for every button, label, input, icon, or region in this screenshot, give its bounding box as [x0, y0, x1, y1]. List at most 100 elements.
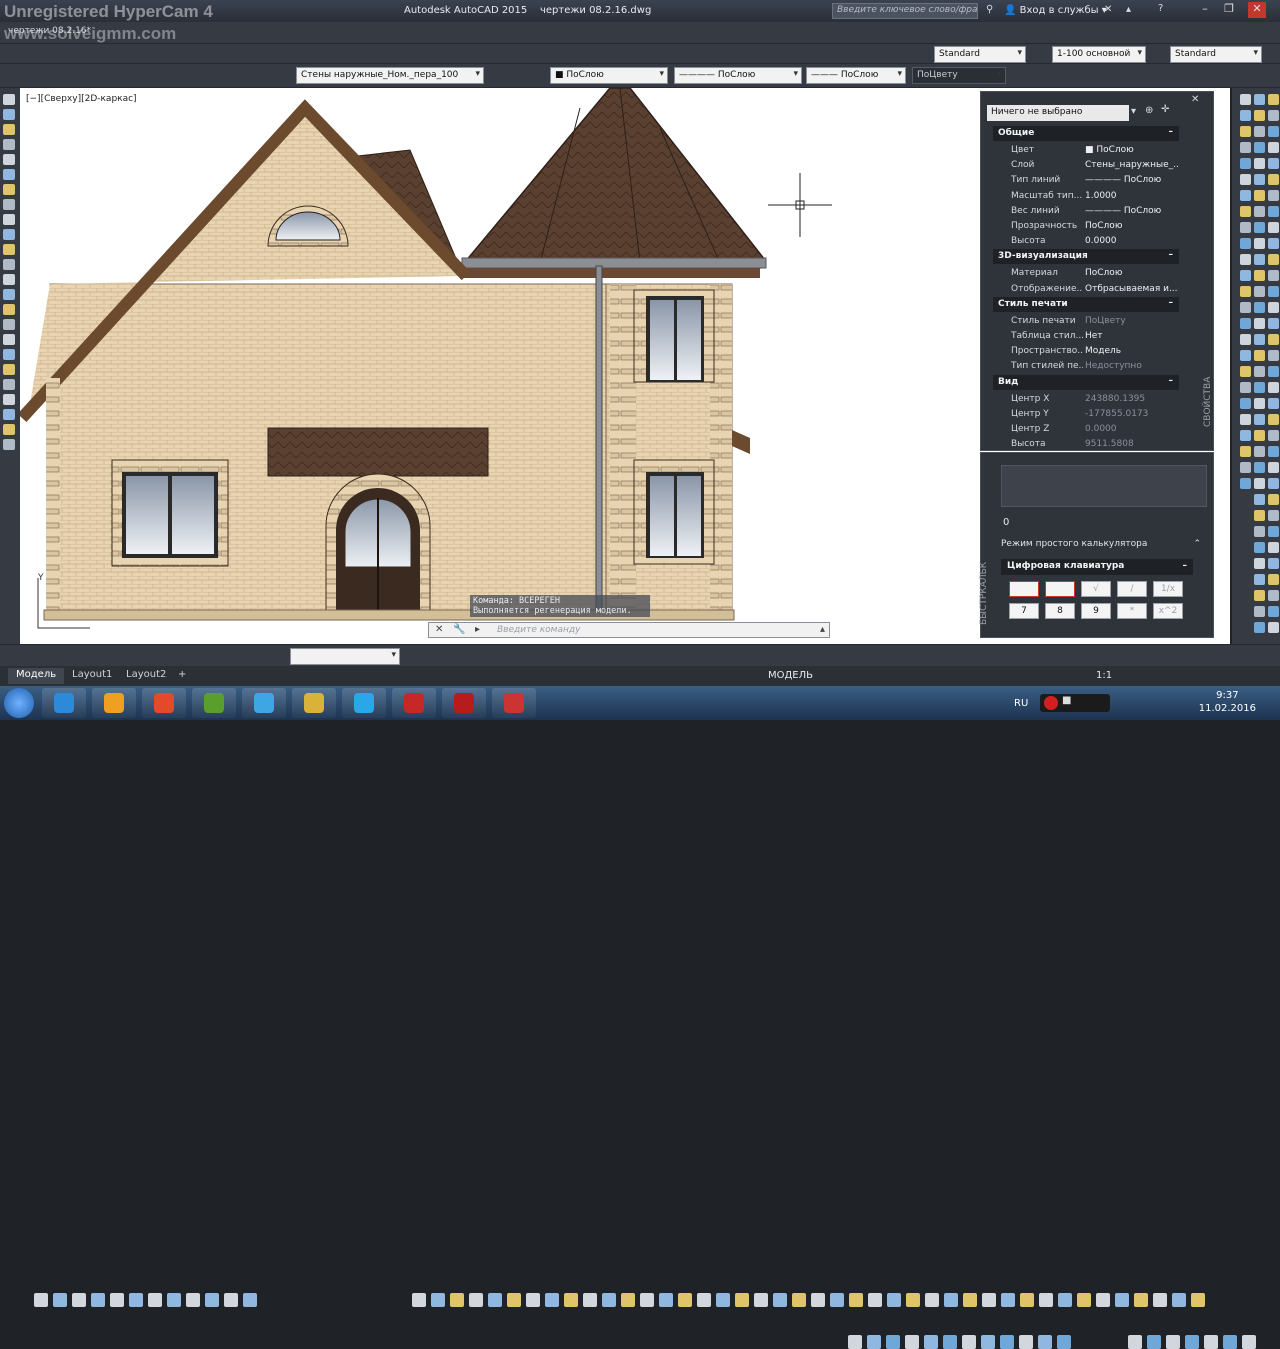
modify-tool-icon[interactable]	[1240, 366, 1251, 377]
modify-tool-icon[interactable]	[1268, 238, 1279, 249]
modify-tool-icon[interactable]	[1268, 622, 1279, 633]
modify-tool-icon[interactable]	[1254, 478, 1265, 489]
modify-tool-icon[interactable]	[1254, 126, 1265, 137]
bottom-tool-icon[interactable]	[450, 1293, 464, 1307]
calc-key[interactable]: 8	[1045, 603, 1075, 619]
bottom-tool-icon[interactable]	[72, 1293, 86, 1307]
bottom-tool-icon[interactable]	[34, 1293, 48, 1307]
bottom-tool-icon[interactable]	[1039, 1293, 1053, 1307]
draw-tool-icon[interactable]	[3, 394, 15, 405]
bottom-tool-icon[interactable]	[963, 1293, 977, 1307]
bottom-tool-icon[interactable]	[488, 1293, 502, 1307]
modify-tool-icon[interactable]	[1268, 94, 1279, 105]
binoculars-icon[interactable]: ⚲	[986, 4, 993, 15]
annotation-scale[interactable]: 1:1	[1096, 670, 1112, 681]
palette-close-icon[interactable]: ✕	[1191, 94, 1199, 105]
bottom-tool-icon[interactable]	[925, 1293, 939, 1307]
modify-tool-icon[interactable]	[1254, 158, 1265, 169]
modify-tool-icon[interactable]	[1254, 366, 1265, 377]
bottom-tool-icon[interactable]	[906, 1293, 920, 1307]
modify-tool-icon[interactable]	[1268, 334, 1279, 345]
modify-tool-icon[interactable]	[1254, 174, 1265, 185]
bottom-tool-icon[interactable]	[659, 1293, 673, 1307]
layout-tab-модель[interactable]: Модель	[8, 668, 65, 684]
status-toggle-icon[interactable]	[886, 1335, 900, 1349]
bottom-tool-icon[interactable]	[602, 1293, 616, 1307]
modify-tool-icon[interactable]	[1254, 94, 1265, 105]
layer-select[interactable]: Стены наружные_Ном._пера_100	[296, 67, 484, 84]
start-button[interactable]	[4, 688, 34, 718]
viewport-label[interactable]: [−][Сверху][2D-каркас]	[26, 94, 137, 104]
layout-tab-layout1[interactable]: Layout1	[64, 668, 120, 684]
collapse-icon[interactable]: –	[1169, 298, 1174, 308]
modify-tool-icon[interactable]	[1268, 318, 1279, 329]
bottom-tool-icon[interactable]	[1172, 1293, 1186, 1307]
bottom-tool-icon[interactable]	[186, 1293, 200, 1307]
modify-tool-icon[interactable]	[1240, 206, 1251, 217]
modify-tool-icon[interactable]	[1254, 190, 1265, 201]
property-row[interactable]: Пространство... Модель	[993, 344, 1179, 359]
modify-tool-icon[interactable]	[1240, 478, 1251, 489]
modify-tool-icon[interactable]	[1254, 590, 1265, 601]
modify-tool-icon[interactable]	[1254, 558, 1265, 569]
modify-tool-icon[interactable]	[1268, 190, 1279, 201]
modify-tool-icon[interactable]	[1254, 414, 1265, 425]
status-toggle-icon[interactable]	[867, 1335, 881, 1349]
quickcalc-palette[interactable]: 0 Режим простого калькулятора ⌃ Цифровая …	[979, 452, 1214, 638]
bottom-tool-icon[interactable]	[944, 1293, 958, 1307]
modify-tool-icon[interactable]	[1254, 110, 1265, 121]
bottom-tool-icon[interactable]	[1001, 1293, 1015, 1307]
modify-tool-icon[interactable]	[1268, 526, 1279, 537]
draw-tool-icon[interactable]	[3, 154, 15, 165]
taskbar-app-button[interactable]	[142, 688, 186, 718]
modify-tool-icon[interactable]	[1254, 142, 1265, 153]
add-layout-button[interactable]: +	[170, 668, 194, 684]
cmd-dropdown-icon[interactable]: ▴	[820, 624, 825, 635]
bottom-tool-icon[interactable]	[1134, 1293, 1148, 1307]
modify-tool-icon[interactable]	[1268, 590, 1279, 601]
status-toggle-icon[interactable]	[981, 1335, 995, 1349]
bottom-tool-icon[interactable]	[507, 1293, 521, 1307]
status-toggle-icon[interactable]	[1204, 1335, 1218, 1349]
bottom-tool-icon[interactable]	[982, 1293, 996, 1307]
collapse-icon[interactable]: –	[1169, 376, 1174, 386]
property-row[interactable]: Цвет ■ ПоСлою	[993, 143, 1179, 158]
property-row[interactable]: Центр Z 0.0000	[993, 422, 1179, 437]
property-row[interactable]: Центр X 243880.1395	[993, 392, 1179, 407]
taskbar-app-button[interactable]	[292, 688, 336, 718]
calc-mode-label[interactable]: Режим простого калькулятора ⌃	[1001, 539, 1207, 549]
status-toggle-icon[interactable]	[943, 1335, 957, 1349]
taskbar-app-button[interactable]	[92, 688, 136, 718]
property-row[interactable]: Вес линий ———— ПоСлою	[993, 204, 1179, 219]
modify-tool-icon[interactable]	[1240, 222, 1251, 233]
modify-tool-icon[interactable]	[1268, 158, 1279, 169]
calc-key[interactable]	[1045, 581, 1075, 597]
modify-tool-icon[interactable]	[1240, 94, 1251, 105]
modify-tool-icon[interactable]	[1240, 318, 1251, 329]
calc-key[interactable]: 9	[1081, 603, 1111, 619]
calc-key[interactable]: √	[1081, 581, 1111, 597]
property-row[interactable]: Таблица стил... Нет	[993, 329, 1179, 344]
property-row[interactable]: Масштаб тип... 1.0000	[993, 189, 1179, 204]
bottom-tool-icon[interactable]	[129, 1293, 143, 1307]
modify-tool-icon[interactable]	[1254, 206, 1265, 217]
draw-tool-icon[interactable]	[3, 379, 15, 390]
modify-tool-icon[interactable]	[1254, 606, 1265, 617]
collapse-icon[interactable]: ⌃	[1193, 539, 1201, 549]
exchange-icon[interactable]: ✕	[1104, 4, 1112, 15]
modify-tool-icon[interactable]	[1240, 286, 1251, 297]
collapse-icon[interactable]: –	[1169, 250, 1174, 260]
modify-tool-icon[interactable]	[1268, 126, 1279, 137]
status-toggle-icon[interactable]	[1000, 1335, 1014, 1349]
taskbar-app-button[interactable]	[342, 688, 386, 718]
calc-key[interactable]: 7	[1009, 603, 1039, 619]
property-row[interactable]: Тип стилей пе... Недоступно	[993, 359, 1179, 374]
account-icon[interactable]: ▴	[1126, 4, 1131, 15]
bottom-tool-icon[interactable]	[167, 1293, 181, 1307]
bottom-tool-icon[interactable]	[431, 1293, 445, 1307]
modify-tool-icon[interactable]	[1254, 222, 1265, 233]
command-input[interactable]: Введите команду	[497, 625, 580, 635]
bottom-tool-icon[interactable]	[887, 1293, 901, 1307]
property-row[interactable]: Стиль печати ПоЦвету	[993, 314, 1179, 329]
draw-tool-icon[interactable]	[3, 349, 15, 360]
